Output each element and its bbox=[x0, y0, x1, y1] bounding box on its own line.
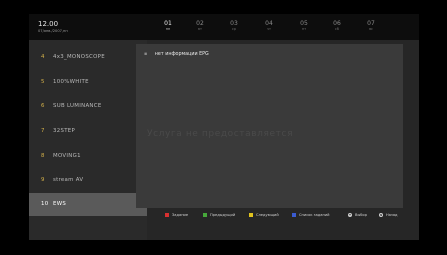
hint-label: Предыдущий bbox=[210, 213, 236, 217]
channel-number: 6 bbox=[41, 103, 45, 109]
day-weekday: пн bbox=[165, 27, 171, 31]
channel-item-selected[interactable]: 10 EWS bbox=[29, 193, 147, 216]
channel-number: 8 bbox=[41, 153, 45, 159]
hint-label: Список заданий bbox=[299, 213, 330, 217]
day-weekday: ср bbox=[231, 27, 237, 31]
channel-item[interactable]: 9 stream AV bbox=[29, 169, 147, 192]
blue-key-hint[interactable]: Список заданий bbox=[292, 213, 330, 217]
hint-label: Выбор bbox=[355, 213, 367, 217]
channel-name: EWS bbox=[53, 201, 67, 207]
yellow-key-hint[interactable]: Следующий bbox=[249, 213, 279, 217]
day-number: 02 bbox=[196, 20, 204, 27]
back-key-hint[interactable]: ↶ Назад bbox=[379, 213, 398, 217]
channel-number: 9 bbox=[41, 177, 45, 183]
channel-name: SUB LUMINANCE bbox=[53, 103, 102, 109]
day-weekday: пт bbox=[301, 27, 307, 31]
channel-name: MOVING1 bbox=[53, 153, 81, 159]
day-tab-7[interactable]: 07 вс bbox=[360, 20, 382, 31]
channel-name: 32STEP bbox=[53, 128, 76, 134]
day-weekday: сб bbox=[335, 27, 339, 31]
green-key-icon bbox=[203, 213, 207, 217]
epg-message-row: ▪ нет информации EPG bbox=[144, 52, 209, 57]
day-number: 04 bbox=[265, 20, 273, 27]
day-number: 06 bbox=[333, 20, 341, 27]
channel-item[interactable]: 5 100%WHITE bbox=[29, 71, 147, 94]
channel-number: 4 bbox=[41, 54, 45, 60]
green-key-hint[interactable]: Предыдущий bbox=[203, 213, 235, 217]
channel-number: 7 bbox=[41, 128, 45, 134]
tv-screen: 12.00 07/янв./2007,пн 01 пн 02 вт 03 ср … bbox=[29, 14, 419, 240]
ok-key-hint[interactable]: ◆ Выбор bbox=[348, 213, 367, 217]
hint-label: Задание bbox=[172, 213, 189, 217]
day-number: 05 bbox=[300, 20, 308, 27]
day-number: 01 bbox=[164, 20, 172, 27]
yellow-key-icon bbox=[249, 213, 253, 217]
service-unavailable-watermark: Услуга не предоставляется bbox=[147, 129, 294, 139]
epg-panel: ▪ нет информации EPG bbox=[136, 44, 403, 208]
back-icon: ↶ bbox=[379, 213, 383, 217]
epg-message: нет информации EPG bbox=[154, 52, 209, 57]
day-weekday: вс bbox=[369, 27, 373, 31]
day-tab-5[interactable]: 05 пт bbox=[293, 20, 315, 31]
clock: 12.00 bbox=[38, 20, 59, 28]
day-number: 03 bbox=[230, 20, 238, 27]
hint-label: Следующий bbox=[256, 213, 279, 217]
hint-label: Назад bbox=[386, 213, 398, 217]
channel-item[interactable]: 4 4x3_MONOSCOPE bbox=[29, 46, 147, 69]
channel-name: stream AV bbox=[53, 177, 84, 183]
channel-list: 4 4x3_MONOSCOPE 5 100%WHITE 6 SUB LUMINA… bbox=[29, 40, 147, 240]
epg-top-bar: 12.00 07/янв./2007,пн 01 пн 02 вт 03 ср … bbox=[29, 14, 419, 40]
channel-number: 10 bbox=[41, 201, 49, 207]
channel-name: 100%WHITE bbox=[53, 79, 89, 85]
day-tab-2[interactable]: 02 вт bbox=[189, 20, 211, 31]
channel-number: 5 bbox=[41, 79, 45, 85]
ok-icon: ◆ bbox=[348, 213, 352, 217]
channel-item[interactable]: 8 MOVING1 bbox=[29, 145, 147, 168]
day-tab-3[interactable]: 03 ср bbox=[223, 20, 245, 31]
channel-item[interactable]: 7 32STEP bbox=[29, 120, 147, 143]
day-tab-4[interactable]: 04 чт bbox=[258, 20, 280, 31]
day-tab-1[interactable]: 01 пн bbox=[157, 20, 179, 31]
bullet-icon: ▪ bbox=[144, 52, 148, 57]
blue-key-icon bbox=[292, 213, 296, 217]
red-key-hint[interactable]: Задание bbox=[165, 213, 188, 217]
channel-name: 4x3_MONOSCOPE bbox=[53, 54, 105, 60]
day-tab-6[interactable]: 06 сб bbox=[326, 20, 348, 31]
day-number: 07 bbox=[367, 20, 375, 27]
red-key-icon bbox=[165, 213, 169, 217]
day-weekday: вт bbox=[198, 27, 202, 31]
day-weekday: чт bbox=[267, 27, 271, 31]
date-label: 07/янв./2007,пн bbox=[38, 29, 68, 33]
channel-item[interactable]: 6 SUB LUMINANCE bbox=[29, 95, 147, 118]
